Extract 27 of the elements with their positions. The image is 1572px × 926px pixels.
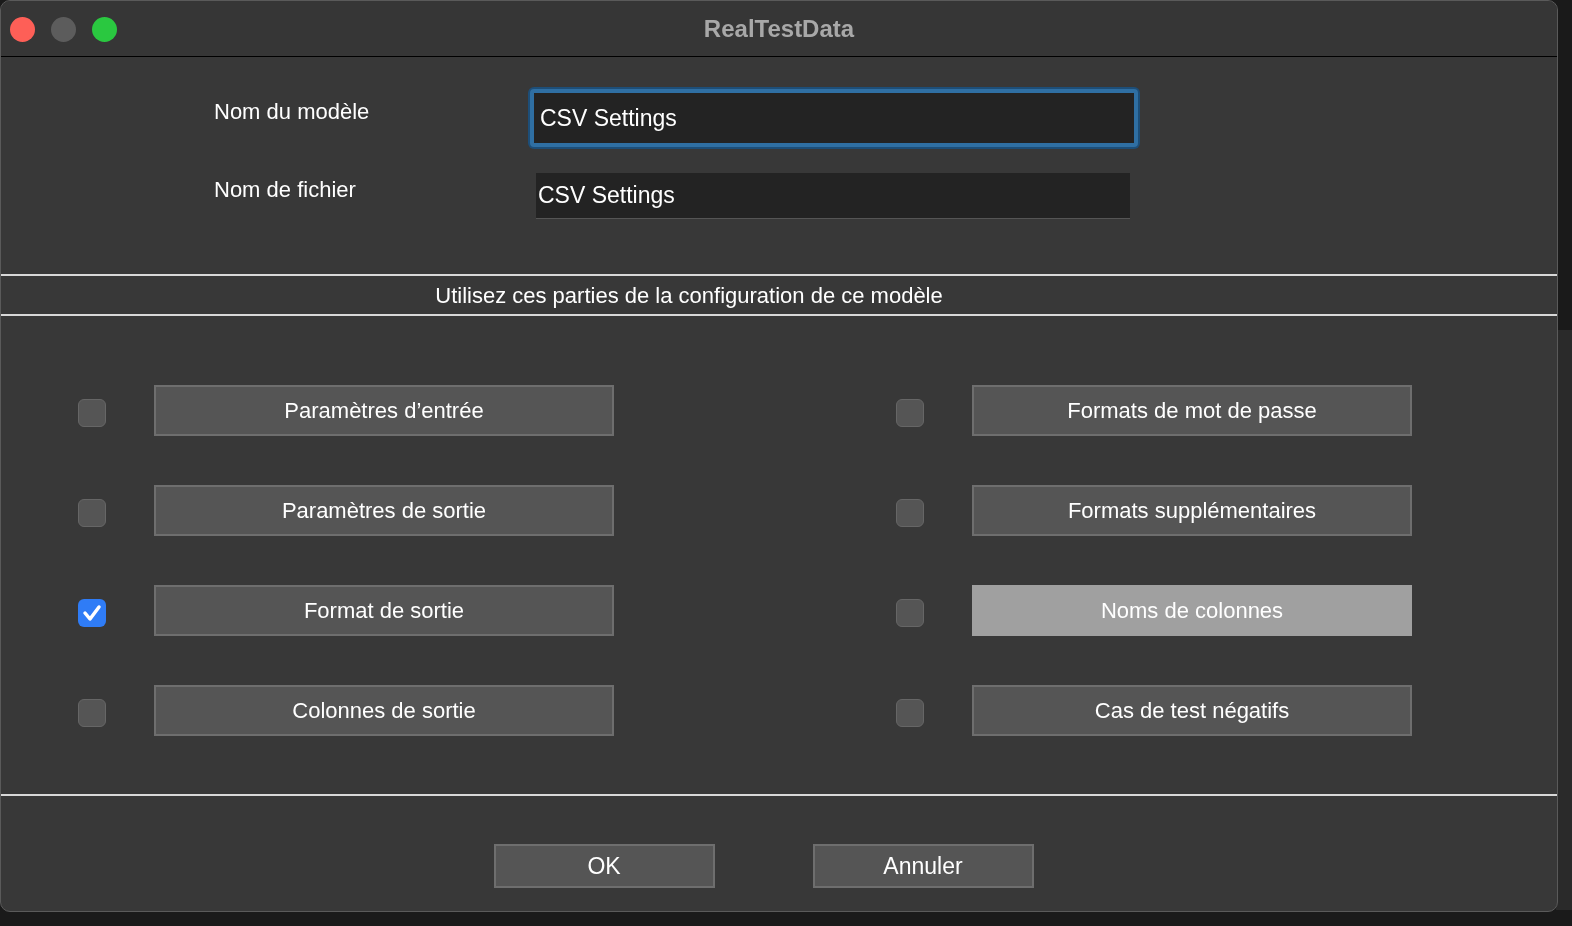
text-field[interactable]: CSV Settings <box>536 173 1130 219</box>
window-title: RealTestData <box>703 13 855 44</box>
dialog-button[interactable]: Annuler <box>812 844 1034 888</box>
close-button[interactable] <box>10 17 35 42</box>
checkbox[interactable] <box>896 598 924 627</box>
checkbox[interactable] <box>896 498 924 527</box>
section-button[interactable]: Formats de mot de passe <box>972 385 1412 436</box>
section-button[interactable]: Colonnes de sortie <box>154 685 614 736</box>
section-button[interactable]: Paramètres d’entrée <box>154 385 614 436</box>
field-label: Nom du modèle <box>214 98 371 126</box>
checkbox[interactable] <box>78 598 106 627</box>
checkbox[interactable] <box>78 398 106 427</box>
checkbox[interactable] <box>78 698 106 727</box>
text-field[interactable]: CSV Settings <box>530 89 1138 147</box>
section-heading: Utilisez ces parties de la configuration de ce modèle <box>435 281 943 310</box>
zoom-button[interactable] <box>92 17 117 42</box>
dialog-button[interactable]: OK <box>493 844 715 888</box>
section-button[interactable]: Formats supplémentaires <box>972 485 1412 536</box>
checkbox[interactable] <box>896 698 924 727</box>
section-button[interactable]: Paramètres de sortie <box>154 485 614 536</box>
field-label: Nom de fichier <box>214 176 357 204</box>
checkbox[interactable] <box>896 398 924 427</box>
section-button[interactable]: Cas de test négatifs <box>972 685 1412 736</box>
minimize-button[interactable] <box>51 17 76 42</box>
checkbox[interactable] <box>78 498 106 527</box>
check-icon <box>82 602 102 623</box>
section-button[interactable]: Format de sortie <box>154 585 614 636</box>
